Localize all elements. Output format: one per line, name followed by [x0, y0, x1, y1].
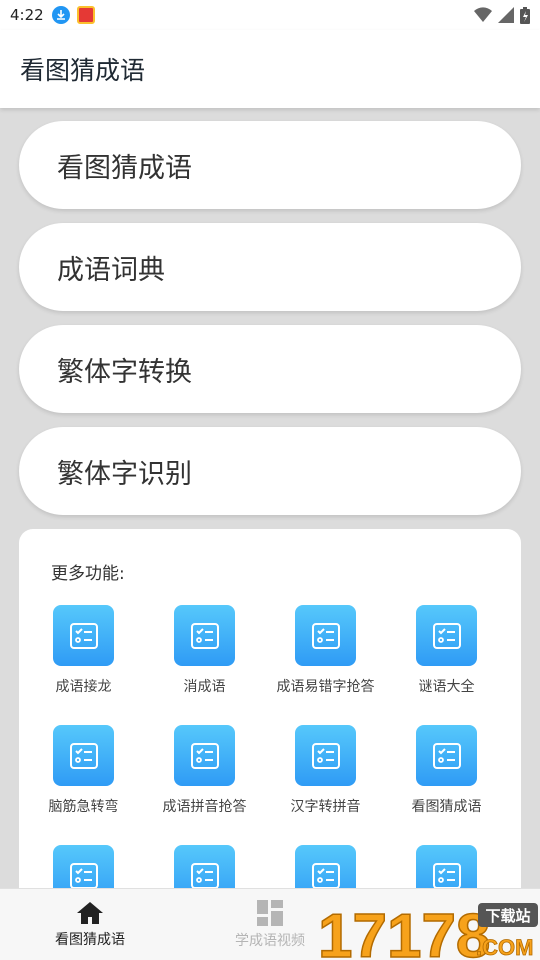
traditional-recognize-label: 繁体字识别 — [57, 458, 192, 490]
watermark-suffix: .COM — [476, 935, 533, 960]
feature-item[interactable]: 谜语大全 — [386, 605, 507, 696]
list-check-icon — [416, 845, 477, 888]
page-title: 看图猜成语 — [20, 56, 146, 85]
guess-idiom-button[interactable]: 看图猜成语 — [19, 121, 521, 209]
more-features-card: 更多功能: 成语接龙 消成语 成语易错字抢答 谜语大全脑筋急转弯 成语拼音抢答 汉字转拼音… — [19, 529, 521, 888]
list-check-icon — [295, 605, 356, 666]
traditional-convert-label: 繁体字转换 — [57, 356, 192, 388]
app-notification-icon — [76, 6, 95, 24]
feature-label: 谜语大全 — [418, 679, 475, 695]
feature-item[interactable] — [265, 845, 386, 888]
status-right-icons — [474, 6, 530, 24]
home-icon — [77, 902, 103, 924]
list-check-icon — [416, 605, 477, 666]
idiom-dictionary-button[interactable]: 成语词典 — [19, 223, 521, 311]
battery-icon — [520, 6, 530, 24]
download-icon — [51, 6, 70, 24]
feature-item[interactable]: 消成语 — [144, 605, 265, 696]
feature-item[interactable]: 成语接龙 — [23, 605, 144, 696]
list-check-icon — [53, 605, 114, 666]
feature-label: 消成语 — [183, 679, 226, 695]
feature-label: 成语易错字抢答 — [276, 679, 375, 695]
status-time: 4:22 — [10, 6, 44, 24]
feature-item[interactable] — [386, 845, 507, 888]
feature-item[interactable]: 看图猜成语 — [386, 725, 507, 816]
main-content[interactable]: 看图猜成语 成语词典 繁体字转换 繁体字识别 更多功能: 成语接龙 消成语 成语易错… — [0, 108, 540, 888]
feature-label: 成语拼音抢答 — [162, 799, 247, 815]
feature-item[interactable]: 成语拼音抢答 — [144, 725, 265, 816]
more-features-heading: 更多功能: — [51, 564, 125, 584]
list-check-icon — [295, 725, 356, 786]
guess-idiom-label: 看图猜成语 — [57, 152, 192, 184]
list-check-icon — [53, 845, 114, 888]
feature-item[interactable]: 成语易错字抢答 — [265, 605, 386, 696]
feature-item[interactable] — [144, 845, 265, 888]
nav-guess-idiom-label: 看图猜成语 — [55, 932, 125, 948]
traditional-recognize-button[interactable]: 繁体字识别 — [19, 427, 521, 515]
feature-label: 看图猜成语 — [411, 799, 482, 815]
watermark-tag: 下载站 — [485, 907, 530, 925]
feature-item[interactable]: 脑筋急转弯 — [23, 725, 144, 816]
idiom-dictionary-label: 成语词典 — [57, 254, 165, 286]
list-check-icon — [53, 725, 114, 786]
feature-label: 汉字转拼音 — [290, 799, 361, 815]
nav-guess-idiom[interactable]: 看图猜成语 — [28, 889, 152, 960]
list-check-icon — [416, 725, 477, 786]
feature-label: 脑筋急转弯 — [48, 799, 119, 815]
feature-item[interactable]: 汉字转拼音 — [265, 725, 386, 816]
feature-item[interactable] — [23, 845, 144, 888]
dashboard-icon — [257, 900, 283, 926]
traditional-convert-button[interactable]: 繁体字转换 — [19, 325, 521, 413]
list-check-icon — [295, 845, 356, 888]
nav-idiom-videos[interactable]: 学成语视频 — [208, 889, 332, 960]
watermark-number: 17178 — [318, 902, 490, 960]
feature-label: 成语接龙 — [55, 679, 112, 695]
list-check-icon — [174, 725, 235, 786]
app-bar: 看图猜成语 — [0, 30, 540, 108]
nav-idiom-videos-label: 学成语视频 — [235, 933, 305, 949]
watermark-logo: 17178 下载站 .COM — [317, 895, 540, 960]
signal-icon — [498, 7, 514, 23]
list-check-icon — [174, 845, 235, 888]
wifi-icon — [474, 7, 492, 23]
status-bar: 4:22 — [0, 0, 540, 30]
list-check-icon — [174, 605, 235, 666]
